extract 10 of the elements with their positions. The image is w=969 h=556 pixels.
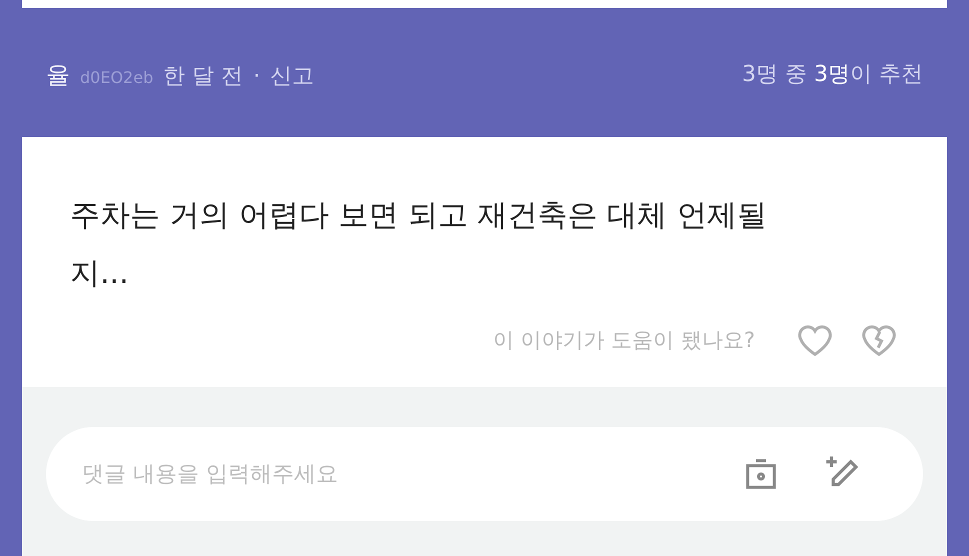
comment-text: 주차는 거의 어렵다 보면 되고 재건축은 대체 언제될 지... <box>70 197 768 293</box>
reply-input[interactable]: 댓글 내용을 입력해주세요 <box>46 427 923 521</box>
recommend-count: 3명 중 3명이 추천 <box>742 61 923 89</box>
helpful-prompt: 이 이야기가 도움이 됐나요? <box>492 327 755 354</box>
author-name: 율 <box>46 60 70 90</box>
report-link[interactable]: 신고 <box>270 60 314 92</box>
reply-field[interactable]: 댓글 내용을 입력해주세요 <box>82 458 701 490</box>
post-time: 한 달 전 <box>163 62 244 90</box>
separator: · <box>253 64 260 88</box>
author-id: d0EO2eb <box>80 66 154 88</box>
